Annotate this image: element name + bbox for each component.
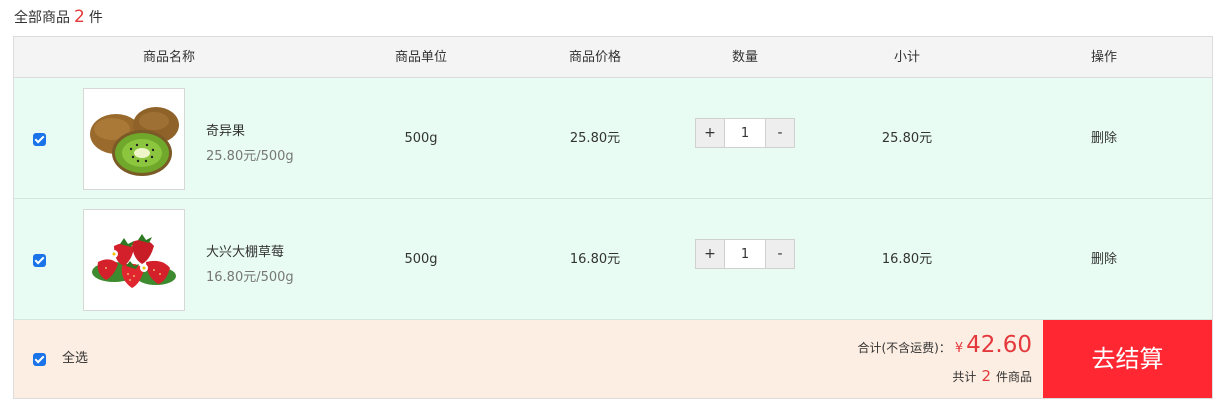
quantity-input[interactable] bbox=[726, 119, 764, 147]
product-unit: 500g bbox=[404, 131, 438, 146]
summary-label: 全部商品 bbox=[14, 10, 70, 26]
delete-button[interactable]: 删除 bbox=[1054, 199, 1154, 320]
select-all-checkbox[interactable] bbox=[33, 353, 46, 366]
quantity-stepper: + - bbox=[695, 239, 795, 269]
product-spec: 25.80元/500g bbox=[206, 149, 294, 164]
cart-item-row: 大兴大棚草莓 16.80元/500g 500g 16.80元 + - 16.80… bbox=[14, 199, 1212, 320]
cart-summary-title: 全部商品 2 件 bbox=[14, 6, 103, 29]
column-header-action: 操作 bbox=[1090, 50, 1117, 65]
product-price: 25.80元 bbox=[569, 131, 621, 146]
total-label: 合计(不含运费)： bbox=[857, 341, 951, 355]
summary-unit: 件 bbox=[88, 10, 103, 26]
total-amount: 42.60 bbox=[966, 332, 1032, 358]
decrease-button[interactable]: - bbox=[765, 240, 794, 268]
product-subtotal: 16.80元 bbox=[881, 252, 933, 267]
increase-button[interactable]: + bbox=[696, 119, 725, 147]
kiwi-image bbox=[90, 107, 179, 176]
cart-item-row: 奇异果 25.80元/500g 500g 25.80元 + - 25.80元 删… bbox=[14, 78, 1212, 199]
quantity-input[interactable] bbox=[726, 240, 764, 268]
count-suffix: 件商品 bbox=[995, 370, 1032, 384]
product-subtotal: 25.80元 bbox=[881, 131, 933, 146]
decrease-button[interactable]: - bbox=[765, 119, 794, 147]
quantity-stepper: + - bbox=[695, 118, 795, 148]
increase-button[interactable]: + bbox=[696, 240, 725, 268]
product-thumbnail[interactable] bbox=[83, 88, 185, 190]
item-count: 2 bbox=[981, 367, 991, 385]
strawberry-image bbox=[92, 234, 176, 288]
select-all-label[interactable]: 全选 bbox=[62, 350, 88, 368]
cart-table: 商品名称 商品单位 商品价格 数量 小计 操作 奇异果 25.80元/500g … bbox=[13, 36, 1213, 399]
column-header-unit: 商品单位 bbox=[394, 50, 447, 65]
checkout-button[interactable]: 去结算 bbox=[1043, 320, 1212, 398]
cart-header-row: 商品名称 商品单位 商品价格 数量 小计 操作 bbox=[14, 37, 1212, 78]
column-header-price: 商品价格 bbox=[568, 50, 621, 65]
total-line: 合计(不含运费)： ¥42.60 bbox=[857, 328, 1032, 366]
column-header-name: 商品名称 bbox=[142, 50, 195, 65]
currency-symbol: ¥ bbox=[954, 341, 964, 356]
item-checkbox[interactable] bbox=[33, 133, 46, 146]
item-count-line: 共计 2 件商品 bbox=[952, 366, 1032, 387]
product-name[interactable]: 大兴大棚草莓 bbox=[206, 241, 284, 260]
product-unit: 500g bbox=[404, 252, 438, 267]
product-thumbnail[interactable] bbox=[83, 209, 185, 311]
count-prefix: 共计 bbox=[952, 370, 977, 384]
column-header-quantity: 数量 bbox=[731, 50, 758, 65]
product-spec: 16.80元/500g bbox=[206, 270, 294, 285]
delete-button[interactable]: 删除 bbox=[1054, 78, 1154, 199]
item-checkbox[interactable] bbox=[33, 254, 46, 267]
summary-count: 2 bbox=[74, 7, 85, 27]
column-header-subtotal: 小计 bbox=[893, 50, 920, 65]
product-name[interactable]: 奇异果 bbox=[206, 120, 245, 139]
product-price: 16.80元 bbox=[569, 252, 621, 267]
cart-footer: 全选 合计(不含运费)： ¥42.60 共计 2 件商品 去结算 bbox=[14, 320, 1212, 398]
